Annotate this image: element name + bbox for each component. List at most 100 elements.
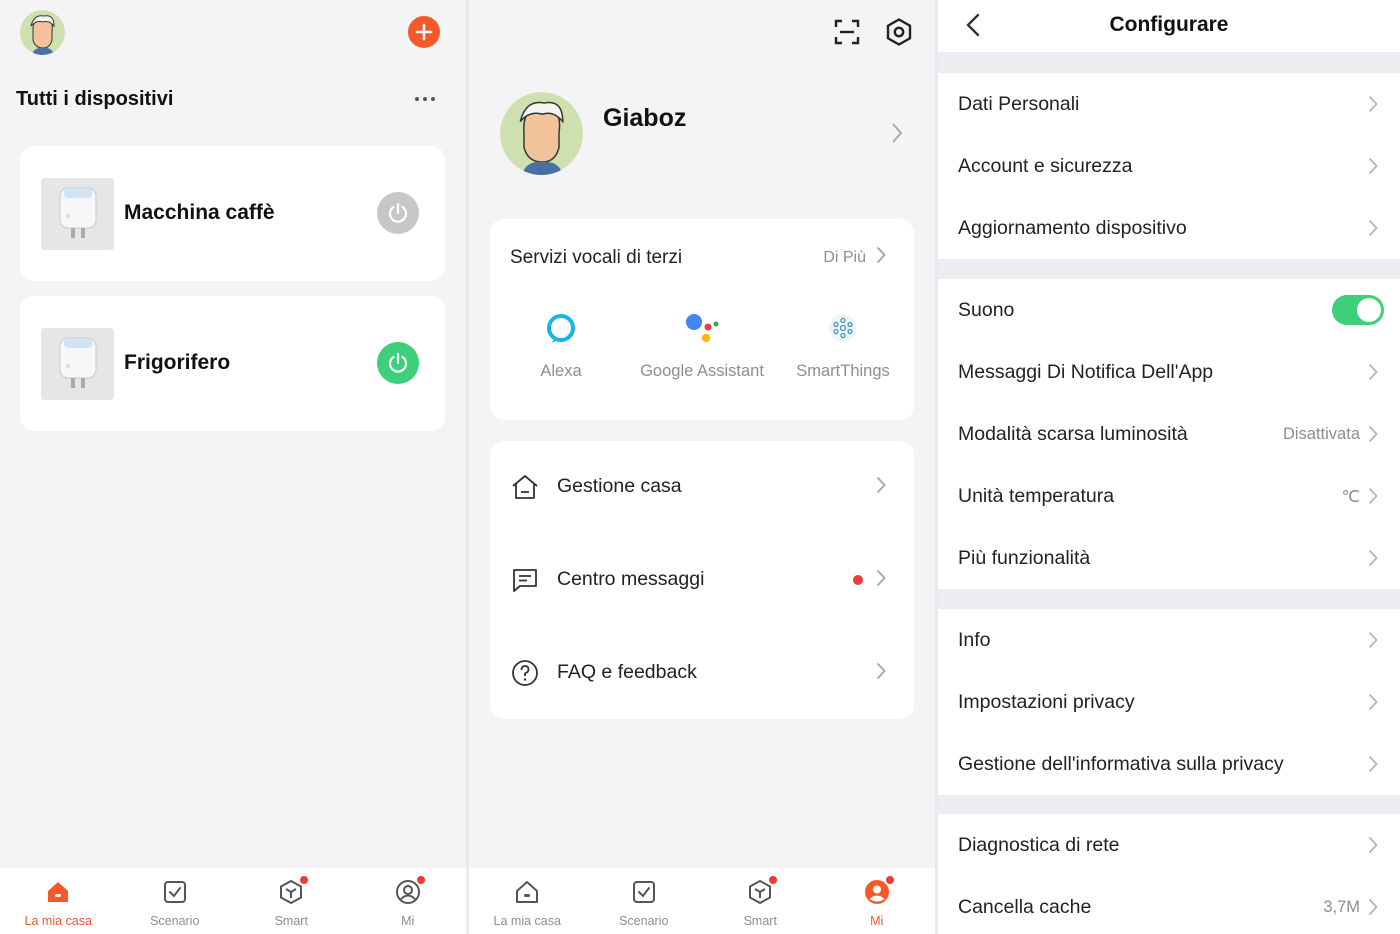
page-title: Tutti i dispositivi: [16, 88, 174, 110]
help-icon: [512, 660, 538, 686]
settings-row-account[interactable]: Account e sicurezza: [938, 135, 1400, 197]
settings-row-cache[interactable]: Cancella cache 3,7M: [938, 876, 1400, 934]
page-title: Configurare: [1109, 13, 1229, 36]
nav-scenario[interactable]: Scenario: [117, 868, 234, 934]
menu-item-faq[interactable]: FAQ e feedback: [490, 627, 914, 719]
settings-row-notifiche[interactable]: Messaggi Di Notifica Dell'App: [938, 341, 1400, 403]
power-icon: [388, 202, 408, 223]
settings-group-maintenance: Diagnostica di rete Cancella cache 3,7M: [938, 814, 1400, 934]
scenario-icon: [630, 878, 658, 906]
setting-value: 3,7M: [1323, 898, 1360, 916]
notification-badge: [415, 875, 426, 885]
chevron-right-icon: [1368, 631, 1378, 649]
setting-value: Disattivata: [1282, 425, 1360, 443]
unread-badge: [853, 575, 863, 585]
bottom-nav: La mia casa Scenario Smart Mi: [0, 868, 466, 934]
voice-services-title: Servizi vocali di terzi: [510, 247, 683, 268]
smart-plug-image: [41, 328, 114, 400]
chevron-right-icon: [1368, 549, 1378, 567]
more-link[interactable]: Di Più: [823, 249, 866, 267]
device-card[interactable]: Macchina caffè: [20, 146, 445, 281]
chevron-right-icon: [1368, 425, 1378, 443]
nav-home[interactable]: La mia casa: [0, 868, 117, 934]
home-icon: [44, 878, 72, 906]
settings-group-account: Dati Personali Account e sicurezza Aggio…: [938, 73, 1400, 259]
settings-row-suono: Suono: [938, 279, 1400, 341]
home-icon: [513, 878, 541, 906]
chevron-right-icon: [1368, 363, 1378, 381]
power-icon: [388, 352, 408, 373]
message-icon: [513, 569, 537, 592]
google-assistant-icon: [631, 311, 773, 345]
chevron-right-icon: [1368, 693, 1378, 711]
nav-mi[interactable]: Mi: [819, 868, 936, 934]
chevron-right-icon: [876, 569, 886, 587]
sound-toggle[interactable]: [1332, 295, 1384, 325]
settings-row-funzionalita[interactable]: Più funzionalità: [938, 527, 1400, 589]
settings-row-temperatura[interactable]: Unità temperatura ℃: [938, 465, 1400, 527]
notification-badge: [299, 875, 310, 885]
settings-row-privacy[interactable]: Impostazioni privacy: [938, 671, 1400, 733]
menu-item-centro-messaggi[interactable]: Centro messaggi: [490, 534, 914, 626]
chevron-right-icon: [876, 476, 886, 494]
smart-plug-image: [41, 178, 114, 250]
nav-smart[interactable]: Smart: [702, 868, 819, 934]
scenario-icon: [161, 878, 189, 906]
device-name: Macchina caffè: [124, 201, 275, 224]
scan-icon[interactable]: [833, 18, 861, 46]
plus-icon: [415, 23, 433, 41]
avatar[interactable]: [20, 10, 65, 55]
notification-badge: [768, 875, 779, 885]
service-alexa[interactable]: Alexa: [490, 311, 632, 382]
settings-row-info[interactable]: Info: [938, 609, 1400, 671]
profile-icon: [394, 875, 426, 906]
settings-panel: Configurare Dati Personali Account e sic…: [938, 0, 1400, 934]
settings-header: Configurare: [938, 0, 1400, 52]
device-name: Frigorifero: [124, 351, 231, 374]
service-google-assistant[interactable]: Google Assistant: [631, 311, 773, 382]
chevron-right-icon: [876, 662, 886, 680]
smartthings-icon: [772, 311, 914, 345]
settings-group-preferences: Suono Messaggi Di Notifica Dell'App Moda…: [938, 279, 1400, 589]
power-button-off[interactable]: [377, 192, 419, 234]
settings-icon[interactable]: [884, 17, 914, 47]
profile-icon: [863, 875, 895, 906]
chevron-right-icon[interactable]: [876, 246, 886, 264]
setting-value: ℃: [1341, 488, 1360, 506]
chevron-right-icon[interactable]: [891, 122, 903, 144]
notification-badge: [884, 875, 895, 885]
house-icon: [512, 475, 538, 499]
avatar[interactable]: [500, 92, 583, 175]
nav-mi[interactable]: Mi: [350, 868, 467, 934]
device-card[interactable]: Frigorifero: [20, 296, 445, 431]
nav-smart[interactable]: Smart: [233, 868, 350, 934]
settings-row-informativa[interactable]: Gestione dell'informativa sulla privacy: [938, 733, 1400, 795]
profile-panel: Giaboz Servizi vocali di terzi Di Più Al…: [469, 0, 935, 934]
settings-row-aggiornamento[interactable]: Aggiornamento dispositivo: [938, 197, 1400, 259]
settings-row-dati-personali[interactable]: Dati Personali: [938, 73, 1400, 135]
alexa-icon: [490, 311, 632, 345]
settings-row-luminosita[interactable]: Modalità scarsa luminosità Disattivata: [938, 403, 1400, 465]
add-device-button[interactable]: [408, 16, 440, 48]
settings-group-privacy: Info Impostazioni privacy Gestione dell'…: [938, 609, 1400, 795]
more-options-icon[interactable]: [410, 88, 440, 110]
home-panel: Tutti i dispositivi Macchina caffè Frigo…: [0, 0, 466, 934]
chevron-right-icon: [1368, 836, 1378, 854]
smart-icon: [277, 875, 310, 906]
bottom-nav: La mia casa Scenario Smart Mi: [469, 868, 935, 934]
chevron-right-icon: [1368, 755, 1378, 773]
power-button-on[interactable]: [377, 342, 419, 384]
chevron-right-icon: [1368, 219, 1378, 237]
nav-scenario[interactable]: Scenario: [586, 868, 703, 934]
chevron-right-icon: [1368, 95, 1378, 113]
settings-row-diagnostica[interactable]: Diagnostica di rete: [938, 814, 1400, 876]
service-smartthings[interactable]: SmartThings: [772, 311, 914, 382]
username: Giaboz: [603, 104, 687, 132]
smart-icon: [746, 875, 779, 906]
voice-services-card: Servizi vocali di terzi Di Più Alexa Goo…: [490, 219, 914, 420]
menu-item-gestione-casa[interactable]: Gestione casa: [490, 441, 914, 533]
chevron-right-icon: [1368, 487, 1378, 505]
nav-home[interactable]: La mia casa: [469, 868, 586, 934]
chevron-right-icon: [1368, 157, 1378, 175]
profile-menu-card: Gestione casa Centro messaggi FAQ e feed…: [490, 441, 914, 719]
